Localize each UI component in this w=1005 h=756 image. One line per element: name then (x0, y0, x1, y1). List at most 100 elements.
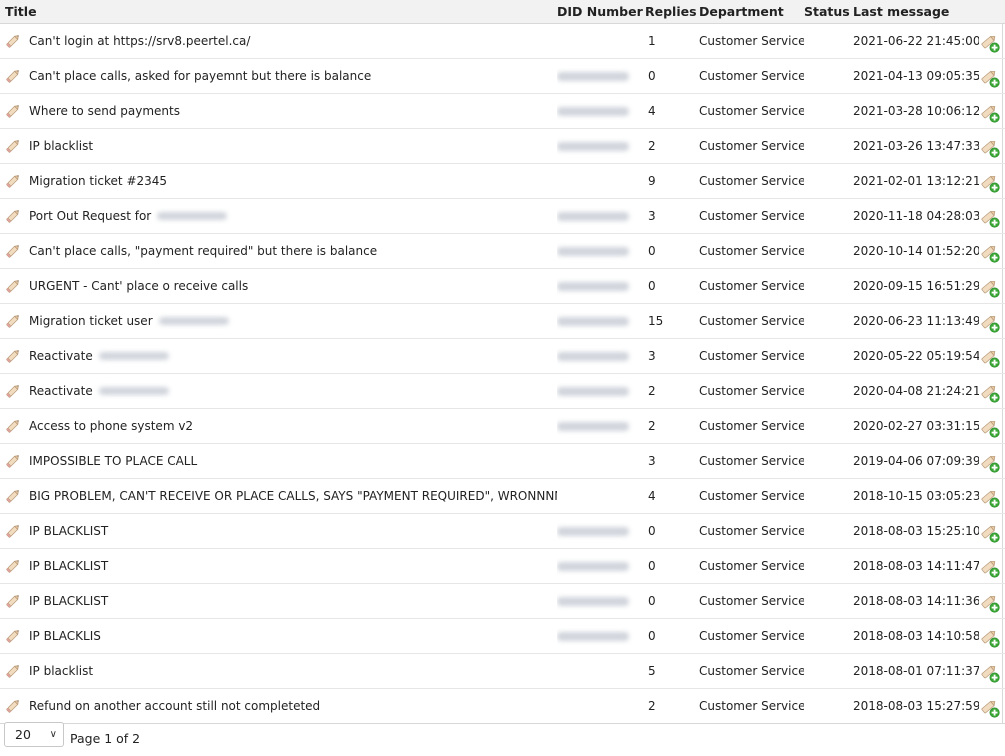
pencil-icon[interactable] (4, 557, 22, 575)
ticket-title[interactable]: IP BLACKLIST (29, 594, 108, 608)
table-row[interactable]: Access to phone system v2 2 Customer Servi… (0, 408, 1005, 444)
ticket-title[interactable]: IP BLACKLIST (29, 524, 108, 538)
pencil-icon[interactable] (4, 522, 22, 540)
column-header-replies[interactable]: Replies (645, 0, 699, 24)
ticket-title-cell[interactable]: IP blacklist (0, 653, 557, 689)
add-note-icon[interactable] (979, 242, 1001, 264)
add-note-icon[interactable] (979, 347, 1001, 369)
add-note-icon[interactable] (979, 592, 1001, 614)
table-row[interactable]: URGENT - Cant' place o receive calls 0 Cus… (0, 268, 1005, 304)
pencil-icon[interactable] (4, 32, 22, 50)
table-row[interactable]: Reactivate 3 Customer Service 2020-05-22 05… (0, 338, 1005, 374)
pencil-icon[interactable] (4, 697, 22, 715)
ticket-title-cell[interactable]: Can't login at https://srv8.peertel.ca/ (0, 23, 557, 59)
add-note-icon[interactable] (979, 557, 1001, 579)
ticket-title-cell[interactable]: BIG PROBLEM, CAN'T RECEIVE OR PLACE CALL… (0, 478, 557, 514)
ticket-title[interactable]: IP blacklist (29, 664, 93, 678)
column-header-department[interactable]: Department (699, 0, 804, 24)
ticket-title-cell[interactable]: IP blacklist (0, 128, 557, 164)
ticket-title-cell[interactable]: Reactivate (0, 338, 557, 374)
ticket-title-cell[interactable]: Reactivate (0, 373, 557, 409)
add-note-icon[interactable] (979, 487, 1001, 509)
pencil-icon[interactable] (4, 102, 22, 120)
pencil-icon[interactable] (4, 662, 22, 680)
add-note-icon[interactable] (979, 697, 1001, 719)
column-header-title[interactable]: Title (0, 0, 557, 24)
ticket-title[interactable]: BIG PROBLEM, CAN'T RECEIVE OR PLACE CALL… (29, 489, 557, 503)
ticket-title[interactable]: IP BLACKLIST (29, 559, 108, 573)
ticket-title-cell[interactable]: Port Out Request for (0, 198, 557, 234)
ticket-title-cell[interactable]: IP BLACKLIST (0, 583, 557, 619)
ticket-title[interactable]: Where to send payments (29, 104, 180, 118)
pencil-icon[interactable] (4, 592, 22, 610)
ticket-title[interactable]: Can't login at https://srv8.peertel.ca/ (29, 34, 250, 48)
ticket-title-cell[interactable]: Can't place calls, "payment required" bu… (0, 233, 557, 269)
table-row[interactable]: Migration ticket user 15 Customer Service 2… (0, 303, 1005, 339)
add-note-icon[interactable] (979, 382, 1001, 404)
table-row[interactable]: Can't place calls, asked for payemnt but… (0, 58, 1005, 94)
pencil-icon[interactable] (4, 172, 22, 190)
ticket-title[interactable]: Port Out Request for (29, 209, 151, 223)
ticket-title-cell[interactable]: Migration ticket #2345 (0, 163, 557, 199)
column-header-last-message[interactable]: Last message (853, 0, 979, 24)
ticket-title[interactable]: Reactivate (29, 349, 93, 363)
add-note-icon[interactable] (979, 102, 1001, 124)
pencil-icon[interactable] (4, 207, 22, 225)
pencil-icon[interactable] (4, 452, 22, 470)
add-note-icon[interactable] (979, 312, 1001, 334)
ticket-title[interactable]: IP BLACKLIS (29, 629, 101, 643)
table-row[interactable]: IP BLACKLIST 0 Customer Service 2018-08-03 … (0, 548, 1005, 584)
table-row[interactable]: Refund on another account still not comp… (0, 688, 1005, 724)
ticket-title-cell[interactable]: IMPOSSIBLE TO PLACE CALL (0, 443, 557, 479)
table-row[interactable]: Can't login at https://srv8.peertel.ca/1… (0, 23, 1005, 59)
column-header-status[interactable]: Status (804, 0, 853, 24)
table-row[interactable]: IP blacklist 2 Customer Service 2021-03-26 … (0, 128, 1005, 164)
pencil-icon[interactable] (4, 312, 22, 330)
add-note-icon[interactable] (979, 522, 1001, 544)
table-row[interactable]: IP blacklist 5 Customer Service 2018-08-01 … (0, 653, 1005, 689)
ticket-title[interactable]: Reactivate (29, 384, 93, 398)
ticket-title-cell[interactable]: IP BLACKLIST (0, 548, 557, 584)
add-note-icon[interactable] (979, 662, 1001, 684)
ticket-title[interactable]: Refund on another account still not comp… (29, 699, 320, 713)
ticket-title-cell[interactable]: URGENT - Cant' place o receive calls (0, 268, 557, 304)
add-note-icon[interactable] (979, 277, 1001, 299)
pencil-icon[interactable] (4, 417, 22, 435)
add-note-icon[interactable] (979, 67, 1001, 89)
ticket-title-cell[interactable]: Can't place calls, asked for payemnt but… (0, 58, 557, 94)
table-row[interactable]: Where to send payments 4 Customer Service 2… (0, 93, 1005, 129)
ticket-title[interactable]: Migration ticket user (29, 314, 153, 328)
ticket-title-cell[interactable]: Where to send payments (0, 93, 557, 129)
ticket-title-cell[interactable]: Migration ticket user (0, 303, 557, 339)
add-note-icon[interactable] (979, 627, 1001, 649)
ticket-title-cell[interactable]: Access to phone system v2 (0, 408, 557, 444)
add-note-icon[interactable] (979, 452, 1001, 474)
ticket-title[interactable]: URGENT - Cant' place o receive calls (29, 279, 248, 293)
table-row[interactable]: IP BLACKLIST 0 Customer Service 2018-08-03 … (0, 583, 1005, 619)
ticket-title[interactable]: Migration ticket #2345 (29, 174, 167, 188)
pencil-icon[interactable] (4, 67, 22, 85)
table-row[interactable]: Reactivate 2 Customer Service 2020-04-08 21… (0, 373, 1005, 409)
pencil-icon[interactable] (4, 627, 22, 645)
pencil-icon[interactable] (4, 242, 22, 260)
ticket-title[interactable]: Can't place calls, "payment required" bu… (29, 244, 377, 258)
add-note-icon[interactable] (979, 207, 1001, 229)
ticket-title-cell[interactable]: IP BLACKLIST (0, 513, 557, 549)
ticket-title-cell[interactable]: Refund on another account still not comp… (0, 688, 557, 724)
pencil-icon[interactable] (4, 382, 22, 400)
pencil-icon[interactable] (4, 347, 22, 365)
ticket-title[interactable]: IP blacklist (29, 139, 93, 153)
ticket-title[interactable]: Access to phone system v2 (29, 419, 193, 433)
table-row[interactable]: Port Out Request for 3 Customer Service 202… (0, 198, 1005, 234)
ticket-title-cell[interactable]: IP BLACKLIS (0, 618, 557, 654)
table-row[interactable]: IMPOSSIBLE TO PLACE CALL 3 Customer Servic… (0, 443, 1005, 479)
add-note-icon[interactable] (979, 172, 1001, 194)
pencil-icon[interactable] (4, 277, 22, 295)
add-note-icon[interactable] (979, 417, 1001, 439)
table-row[interactable]: BIG PROBLEM, CAN'T RECEIVE OR PLACE CALL… (0, 478, 1005, 514)
column-header-did-number[interactable]: DID Number (557, 0, 645, 24)
pencil-icon[interactable] (4, 487, 22, 505)
add-note-icon[interactable] (979, 137, 1001, 159)
table-row[interactable]: IP BLACKLIS 0 Customer Service 2018-08-03 1… (0, 618, 1005, 654)
page-size-select[interactable]: 20 ∨ (4, 722, 64, 747)
